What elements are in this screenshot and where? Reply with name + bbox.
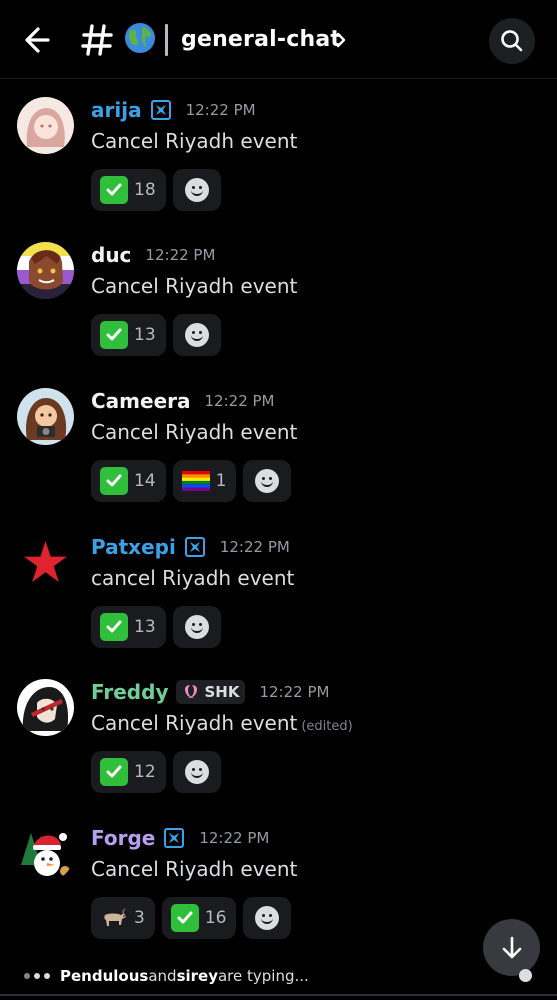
reaction-check-mark[interactable]: 14 [91, 460, 166, 502]
reaction-goat[interactable]: 3 [91, 897, 155, 939]
check-mark-icon [100, 758, 128, 786]
reactions: 3 16 [91, 897, 292, 939]
reaction-count: 18 [134, 180, 156, 200]
add-reaction-icon [255, 469, 280, 493]
message-header: Forge 12:22 PM [91, 823, 269, 853]
username[interactable]: Forge [91, 824, 155, 852]
reaction-rainbow-flag[interactable]: 1 [172, 460, 237, 502]
message-text: Cancel Riyadh event [91, 420, 298, 444]
reaction-count: 13 [134, 617, 156, 637]
server-tag-badge[interactable]: SHK [176, 680, 246, 704]
timestamp: 12:22 PM [199, 829, 270, 847]
reactions: 18 [91, 169, 221, 211]
server-tag-label: SHK [204, 683, 240, 701]
reaction-check-mark[interactable]: 16 [161, 897, 237, 939]
add-reaction-icon [184, 323, 209, 347]
channel-name[interactable]: general-chat [181, 24, 341, 56]
typing-suffix: are typing... [217, 967, 309, 985]
shield-role-icon [150, 100, 171, 120]
moon-icon [185, 685, 198, 699]
reaction-count: 16 [204, 908, 227, 928]
chevron-right-icon[interactable] [334, 30, 348, 50]
typing-user: Pendulous [60, 967, 149, 985]
check-mark-icon [100, 613, 128, 641]
message-text: cancel Riyadh event [91, 566, 295, 590]
reactions: 12 [91, 751, 221, 793]
reaction-count: 12 [134, 762, 156, 782]
goat-icon [104, 908, 126, 926]
reaction-check-mark[interactable]: 13 [91, 606, 166, 648]
reaction-check-mark[interactable]: 13 [91, 314, 166, 356]
avatar[interactable] [17, 388, 74, 445]
reaction-count: 13 [134, 325, 156, 345]
message-text: Cancel Riyadh event [91, 274, 298, 298]
timestamp: 12:22 PM [219, 538, 290, 556]
username[interactable]: arija [91, 96, 142, 124]
add-reaction-icon [184, 760, 209, 784]
avatar[interactable] [17, 679, 74, 736]
rainbow-flag-icon [181, 471, 210, 491]
message-header: Freddy SHK 12:22 PM [91, 677, 329, 707]
arrow-left-icon [25, 27, 50, 53]
check-mark-icon [100, 176, 128, 204]
avatar[interactable] [17, 825, 74, 882]
message-header: Cameera 12:22 PM [91, 386, 275, 416]
add-reaction-button[interactable] [243, 460, 292, 502]
timestamp: 12:22 PM [185, 101, 256, 119]
reaction-count: 14 [134, 471, 156, 491]
typing-indicator: Pendulous and sirey are typing... [0, 958, 557, 996]
message-text-body: Cancel Riyadh event [91, 711, 298, 735]
reactions: 14 1 [91, 460, 292, 502]
username[interactable]: Cameera [91, 387, 191, 415]
timestamp: 12:22 PM [204, 392, 275, 410]
globe-icon [125, 23, 155, 53]
avatar[interactable] [17, 242, 74, 299]
search-icon [501, 30, 523, 52]
check-mark-icon [100, 321, 128, 349]
message-text: Cancel Riyadh event [91, 129, 298, 153]
back-button[interactable] [20, 22, 60, 58]
shield-role-icon [184, 537, 205, 557]
add-reaction-button[interactable] [243, 897, 292, 939]
reaction-check-mark[interactable]: 18 [91, 169, 166, 211]
message-header: duc 12:22 PM [91, 240, 215, 270]
check-mark-icon [100, 467, 128, 495]
username[interactable]: Patxepi [91, 533, 176, 561]
message-header: arija 12:22 PM [91, 95, 256, 125]
reactions: 13 [91, 314, 221, 356]
check-mark-icon [170, 904, 199, 932]
add-reaction-icon [255, 906, 280, 930]
timestamp: 12:22 PM [259, 683, 330, 701]
hash-icon [81, 24, 113, 56]
search-button[interactable] [489, 18, 535, 64]
reaction-check-mark[interactable]: 12 [91, 751, 166, 793]
avatar[interactable] [17, 534, 74, 591]
typing-dots-icon [24, 973, 50, 979]
reaction-count: 1 [215, 471, 227, 491]
avatar[interactable] [17, 97, 74, 154]
header-divider [165, 24, 168, 56]
message-text: Cancel Riyadh event (edited) [91, 711, 353, 735]
typing-user: sirey [176, 967, 218, 985]
reactions: 13 [91, 606, 221, 648]
typing-and: and [148, 967, 177, 985]
add-reaction-button[interactable] [172, 169, 221, 211]
add-reaction-button[interactable] [172, 606, 221, 648]
timestamp: 12:22 PM [145, 246, 216, 264]
message-text: Cancel Riyadh event [91, 857, 298, 881]
read-indicator-icon [519, 969, 532, 982]
username[interactable]: Freddy [91, 678, 168, 706]
channel-header: general-chat [0, 0, 557, 79]
edited-label: (edited) [301, 719, 353, 734]
add-reaction-button[interactable] [172, 751, 221, 793]
add-reaction-button[interactable] [172, 314, 221, 356]
message-header: Patxepi 12:22 PM [91, 532, 290, 562]
shield-role-icon [164, 828, 185, 848]
add-reaction-icon [184, 615, 209, 639]
username[interactable]: duc [91, 241, 131, 269]
reaction-count: 3 [134, 908, 145, 928]
add-reaction-icon [184, 178, 209, 202]
